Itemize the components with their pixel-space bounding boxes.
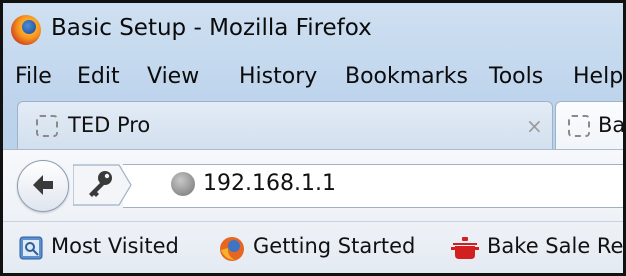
tab-label: Ba [598, 113, 626, 137]
menu-bar: File Edit View History Bookmarks Tools H… [3, 57, 623, 97]
title-bar: Basic Setup - Mozilla Firefox [3, 3, 623, 57]
tab-basic-setup[interactable]: Ba [555, 101, 626, 150]
most-visited-icon [19, 236, 43, 260]
window-title: Basic Setup - Mozilla Firefox [51, 15, 372, 41]
menu-history[interactable]: History [239, 64, 317, 89]
tab-ted-pro[interactable]: TED Pro × [17, 101, 553, 150]
bookmark-bake-sale[interactable]: Bake Sale Re [487, 234, 623, 258]
firefox-icon [220, 237, 244, 261]
bookmarks-toolbar: Most Visited Getting Started Bake Sale R… [3, 221, 623, 273]
menu-help[interactable]: Help [573, 64, 623, 89]
blank-page-icon [568, 115, 590, 137]
browser-window: Basic Setup - Mozilla Firefox File Edit … [0, 0, 626, 276]
menu-bookmarks[interactable]: Bookmarks [345, 64, 468, 89]
pot-icon [451, 237, 479, 259]
menu-file[interactable]: File [15, 64, 52, 89]
back-button[interactable] [17, 160, 69, 212]
menu-edit[interactable]: Edit [77, 64, 120, 89]
back-arrow-icon [33, 175, 53, 195]
firefox-logo-icon [11, 15, 41, 45]
url-bar[interactable] [123, 164, 623, 208]
menu-tools[interactable]: Tools [489, 64, 543, 89]
bookmark-most-visited[interactable]: Most Visited [51, 234, 179, 258]
url-text[interactable]: 192.168.1.1 [203, 171, 336, 196]
tab-strip: TED Pro × Ba [3, 99, 626, 150]
menu-view[interactable]: View [147, 64, 199, 89]
bookmark-getting-started[interactable]: Getting Started [253, 234, 415, 258]
tab-label: TED Pro [68, 113, 151, 137]
navigation-bar: 192.168.1.1 [3, 149, 623, 222]
close-tab-icon[interactable]: × [526, 114, 543, 138]
blank-page-icon [36, 115, 58, 137]
globe-icon [171, 172, 195, 196]
site-identity-button[interactable] [72, 163, 149, 207]
